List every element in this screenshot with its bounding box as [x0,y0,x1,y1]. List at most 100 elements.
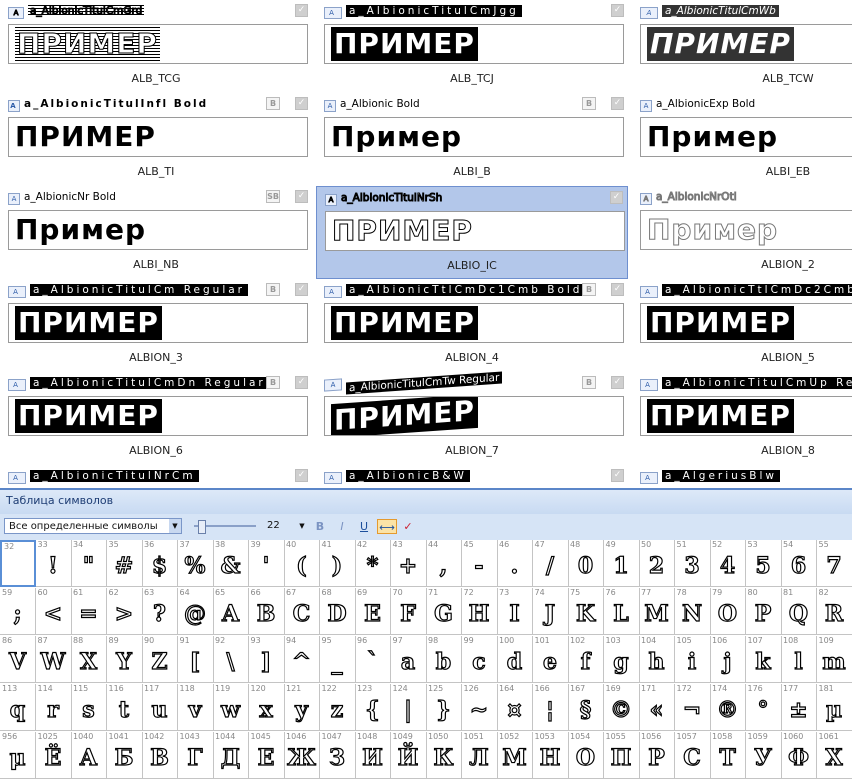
symbol-cell[interactable]: 108 l [781,636,817,683]
symbol-cell[interactable]: 53 5 [745,540,782,587]
symbol-cell[interactable]: 1048 И [355,732,391,779]
symbol-cell[interactable]: 1041 Б [106,732,143,779]
font-checkbox[interactable]: ✓ [295,376,308,389]
symbol-cell[interactable]: 121 y [284,684,320,731]
symbol-cell[interactable]: 94 ^ [284,636,320,683]
symbol-cell[interactable]: 176 ° [745,684,782,731]
symbol-cell[interactable]: 63? [142,588,178,635]
symbol-cell[interactable]: 113 q [0,684,36,731]
symbol-cell[interactable]: 1050 К [426,732,462,779]
symbol-cell[interactable]: 114 r [35,684,72,731]
symbol-cell[interactable]: 97 a [390,636,427,683]
symbol-cell[interactable]: 100 d [497,636,533,683]
symbol-cell[interactable]: 166 ¦ [532,684,569,731]
font-card[interactable]: Aa_AlbionicTitulCmGrd ✓ ПРИМЕР ALB_TCG [0,0,312,93]
font-checkbox[interactable]: ✓ [611,283,624,296]
symbol-cell[interactable]: 54 6 [781,540,817,587]
symbol-cell[interactable]: 81 Q [781,588,817,635]
symbol-cell[interactable]: 61 = [71,588,107,635]
symbol-cell[interactable]: 104 h [639,636,675,683]
symbol-cell[interactable]: 43 + [390,540,427,587]
symbol-cell[interactable]: 171 « [639,684,675,731]
symbol-cell[interactable]: 45- [461,540,498,587]
italic-button[interactable]: I [334,519,350,534]
symbol-cell[interactable]: 59; [0,588,36,635]
symbol-cell[interactable]: 68 D [319,588,356,635]
symbol-cell[interactable]: 93] [248,636,285,683]
font-card[interactable]: Aa_AlbionicTitulCmDn Regular B ✓ ПРИМЕР ALBI… [0,372,312,465]
checklist-icon[interactable]: ✓ [400,519,416,534]
chevron-down-icon[interactable]: ▼ [169,519,181,533]
symbol-cell[interactable]: 181 µ [816,684,852,731]
symbol-cell[interactable]: 32 [0,540,36,587]
symbol-cell[interactable]: 55 7 [816,540,852,587]
symbol-cell[interactable]: 88 X [71,636,107,683]
font-card[interactable]: Aa_AlbionicTitulInfl Bold B ✓ ПРИМЕР ALB_TI [0,93,312,186]
symbol-cell[interactable]: 92 \ [213,636,249,683]
slider-thumb[interactable] [198,520,206,534]
symbol-cell[interactable]: 164 ¤ [497,684,533,731]
symbol-cell[interactable]: 42 * [355,540,391,587]
symbol-cell[interactable]: 122 z [319,684,356,731]
symbol-cell[interactable]: 1061 Х [816,732,852,779]
symbol-cell[interactable]: 106 j [710,636,746,683]
font-card[interactable]: Aa_AlbionicTtlCmDc2Cmb BoldB✓ПРИМЕРALBIO… [632,279,852,372]
symbol-cell[interactable]: 71 G [426,588,462,635]
font-checkbox[interactable]: ✓ [611,376,624,389]
symbol-cell[interactable]: 78 N [674,588,711,635]
symbol-cell[interactable]: 90 Z [142,636,178,683]
symbol-cell[interactable]: 52 4 [710,540,746,587]
symbol-cell[interactable]: 1052 М [497,732,533,779]
symbol-cell[interactable]: 64 @ [177,588,214,635]
size-combo[interactable]: 22 ▼ [264,518,308,534]
symbol-cell[interactable]: 41) [319,540,356,587]
symbol-cell[interactable]: 1044 Д [213,732,249,779]
symbol-cell[interactable]: 96 ` [355,636,391,683]
symbol-cell[interactable]: 1046 Ж [284,732,320,779]
font-card[interactable]: Aa_AlbionicTitulNrCm ✓ [0,465,312,488]
font-checkbox[interactable]: ✓ [295,4,308,17]
symbol-cell[interactable]: 79 O [710,588,746,635]
symbol-cell[interactable]: 1060 Ф [781,732,817,779]
symbol-cell[interactable]: 109 m [816,636,852,683]
symbol-cell[interactable]: 34 " [71,540,107,587]
symbol-cell[interactable]: 89 Y [106,636,143,683]
font-checkbox[interactable]: ✓ [611,4,624,17]
bold-button[interactable]: B [312,519,328,534]
symbol-cell[interactable]: 117 u [142,684,178,731]
symbol-cell[interactable]: 956 μ [0,732,36,779]
font-checkbox[interactable]: ✓ [295,97,308,110]
symbol-cell[interactable]: 67 C [284,588,320,635]
symbol-cell[interactable]: 107 k [745,636,782,683]
symbol-cell[interactable]: 46. [497,540,533,587]
font-checkbox[interactable]: ✓ [610,191,623,204]
symbol-cell[interactable]: 172 ¬ [674,684,711,731]
underline-button[interactable]: U [356,519,372,534]
symbol-cell[interactable]: 49 1 [603,540,640,587]
chevron-down-icon[interactable]: ▼ [296,518,308,534]
symbol-cell[interactable]: 125} [426,684,462,731]
symbol-cell[interactable]: 1054 О [568,732,604,779]
symbol-cell[interactable]: 72 H [461,588,498,635]
font-card[interactable]: Aa_AlbionicNrOtl✓ПримерALBION_2 [632,186,852,279]
font-checkbox[interactable]: ✓ [611,469,624,482]
symbol-cell[interactable]: 105 i [674,636,711,683]
symbol-cell[interactable]: 174 ® [710,684,746,731]
font-card[interactable]: Aa_AlbionicExp BoldB✓ПримерALBI_EB [632,93,852,186]
font-card[interactable]: Aa_AlbionicTitulCmUp RegularB✓ПРИМЕРALBI… [632,372,852,465]
symbol-cell[interactable]: 82 R [816,588,852,635]
symbol-cell[interactable]: 37% [177,540,214,587]
symbol-cell[interactable]: 74 J [532,588,569,635]
font-card[interactable]: Aa_AlbionicTitulNrSh ✓ ПРИМЕР ALBIO_IC [316,186,628,279]
symbol-cell[interactable]: 1055 П [603,732,640,779]
symbol-cell[interactable]: 124 | [390,684,427,731]
symbol-filter-select[interactable]: Все определенные символы ▼ [4,518,182,534]
font-card[interactable]: Aa_AlbionicNr Bold SB ✓ Пример ALBI_NB [0,186,312,279]
symbol-cell[interactable]: 60 < [35,588,72,635]
font-card[interactable]: Aa_AlbionicTitulCm Regular B ✓ ПРИМЕР ALBION… [0,279,312,372]
symbol-cell[interactable]: 39 ' [248,540,285,587]
symbol-cell[interactable]: 1025 Ё [35,732,72,779]
font-card[interactable]: Aa_AlbionicTtlCmDc1Cmb Bold B ✓ ПРИМЕР ALBIO… [316,279,628,372]
symbol-cell[interactable]: 91 [ [177,636,214,683]
symbol-cell[interactable]: 123 { [355,684,391,731]
